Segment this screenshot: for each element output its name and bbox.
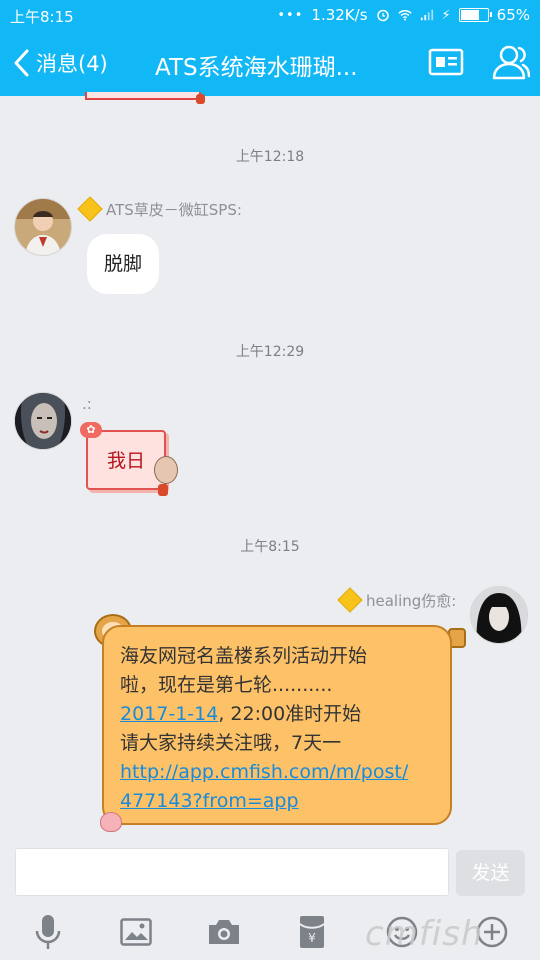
avatar-image xyxy=(15,199,71,255)
status-time: 上午8:15 xyxy=(10,8,74,26)
avatar[interactable] xyxy=(470,586,528,644)
voice-button[interactable] xyxy=(28,912,68,952)
previous-message-bubble xyxy=(85,92,201,100)
message-bubble[interactable]: 脱脚 xyxy=(87,234,160,294)
image-icon xyxy=(120,918,152,946)
face-sticker-icon xyxy=(154,456,178,484)
sender-name: healing伤愈: xyxy=(338,588,457,612)
rank-diamond-icon xyxy=(78,197,102,221)
image-button[interactable] xyxy=(116,912,156,952)
battery-icon xyxy=(458,8,492,22)
message-line: 2017-1-14, 22:00准时开始 xyxy=(120,700,434,729)
status-bar: 上午8:15 ••• 1.32K/s ⚡ 65% xyxy=(0,0,540,30)
message-line: 啦，现在是第七轮.......... xyxy=(120,674,333,696)
message-bubble[interactable]: ✿ 我日 xyxy=(80,422,166,490)
sender-name-text: ATS草皮－微缸SPS: xyxy=(106,201,242,219)
battery-fill xyxy=(460,10,479,20)
svg-text:¥: ¥ xyxy=(308,931,316,945)
avatar-image xyxy=(471,587,527,643)
lantern-sticker-icon xyxy=(158,484,168,496)
wifi-icon xyxy=(397,10,412,21)
signal-icon xyxy=(420,9,433,21)
back-label: 消息(4) xyxy=(36,52,108,76)
message-text: , 22:00准时开始 xyxy=(218,703,362,725)
charging-icon: ⚡ xyxy=(441,7,451,23)
camera-button[interactable] xyxy=(204,912,244,952)
sender-name: ATS草皮－微缸SPS: xyxy=(78,197,242,221)
message-line: 海友网冠名盖楼系列活动开始 xyxy=(120,645,368,667)
title-bar: 消息(4) ATS系统海水珊瑚... xyxy=(0,30,540,96)
status-icons: ••• 1.32K/s ⚡ 65% xyxy=(277,6,530,24)
group-members-icon xyxy=(492,45,531,80)
url-link[interactable]: 477143?from=app xyxy=(120,787,434,816)
watermark: cmfish xyxy=(365,914,484,954)
sender-name: .: xyxy=(82,395,92,413)
send-button[interactable]: 发送 xyxy=(456,850,525,896)
message-input[interactable] xyxy=(15,848,449,896)
url-link[interactable]: http://app.cmfish.com/m/post/ xyxy=(120,758,434,787)
avatar[interactable] xyxy=(14,198,72,256)
message-bubble[interactable]: 海友网冠名盖楼系列活动开始 啦，现在是第七轮.......... 2017-1-… xyxy=(102,625,452,825)
avatar[interactable] xyxy=(14,392,72,450)
chat-title: ATS系统海水珊瑚... xyxy=(155,55,358,81)
message-timestamp: 上午8:15 xyxy=(240,539,300,555)
microphone-icon xyxy=(35,915,61,949)
back-button[interactable]: 消息(4) xyxy=(12,44,108,82)
more-dots-icon: ••• xyxy=(277,7,304,23)
sender-name-text: healing伤愈: xyxy=(366,592,457,610)
alarm-icon xyxy=(376,9,389,22)
profile-card-icon xyxy=(428,48,464,76)
flower-sticker-icon: ✿ xyxy=(80,422,102,438)
red-packet-icon: ¥ xyxy=(299,916,325,948)
peach-bubble-decoration-icon xyxy=(100,812,122,832)
red-packet-button[interactable]: ¥ xyxy=(292,912,332,952)
lantern-sticker-icon xyxy=(196,94,205,104)
message-timestamp: 上午12:18 xyxy=(235,149,305,165)
date-link[interactable]: 2017-1-14 xyxy=(120,703,218,725)
back-chevron-icon xyxy=(14,49,29,77)
network-speed: 1.32K/s xyxy=(311,6,368,24)
profile-card-button[interactable] xyxy=(428,48,464,80)
message-text: 我日 xyxy=(106,450,145,472)
message-timestamp: 上午12:29 xyxy=(235,344,305,360)
rank-diamond-icon xyxy=(338,588,362,612)
message-line: 请大家持续关注哦，7天一 xyxy=(120,732,342,754)
battery-percent: 65% xyxy=(496,6,530,24)
camera-icon xyxy=(209,920,239,944)
avatar-image xyxy=(15,393,71,449)
group-members-button[interactable] xyxy=(488,44,531,84)
